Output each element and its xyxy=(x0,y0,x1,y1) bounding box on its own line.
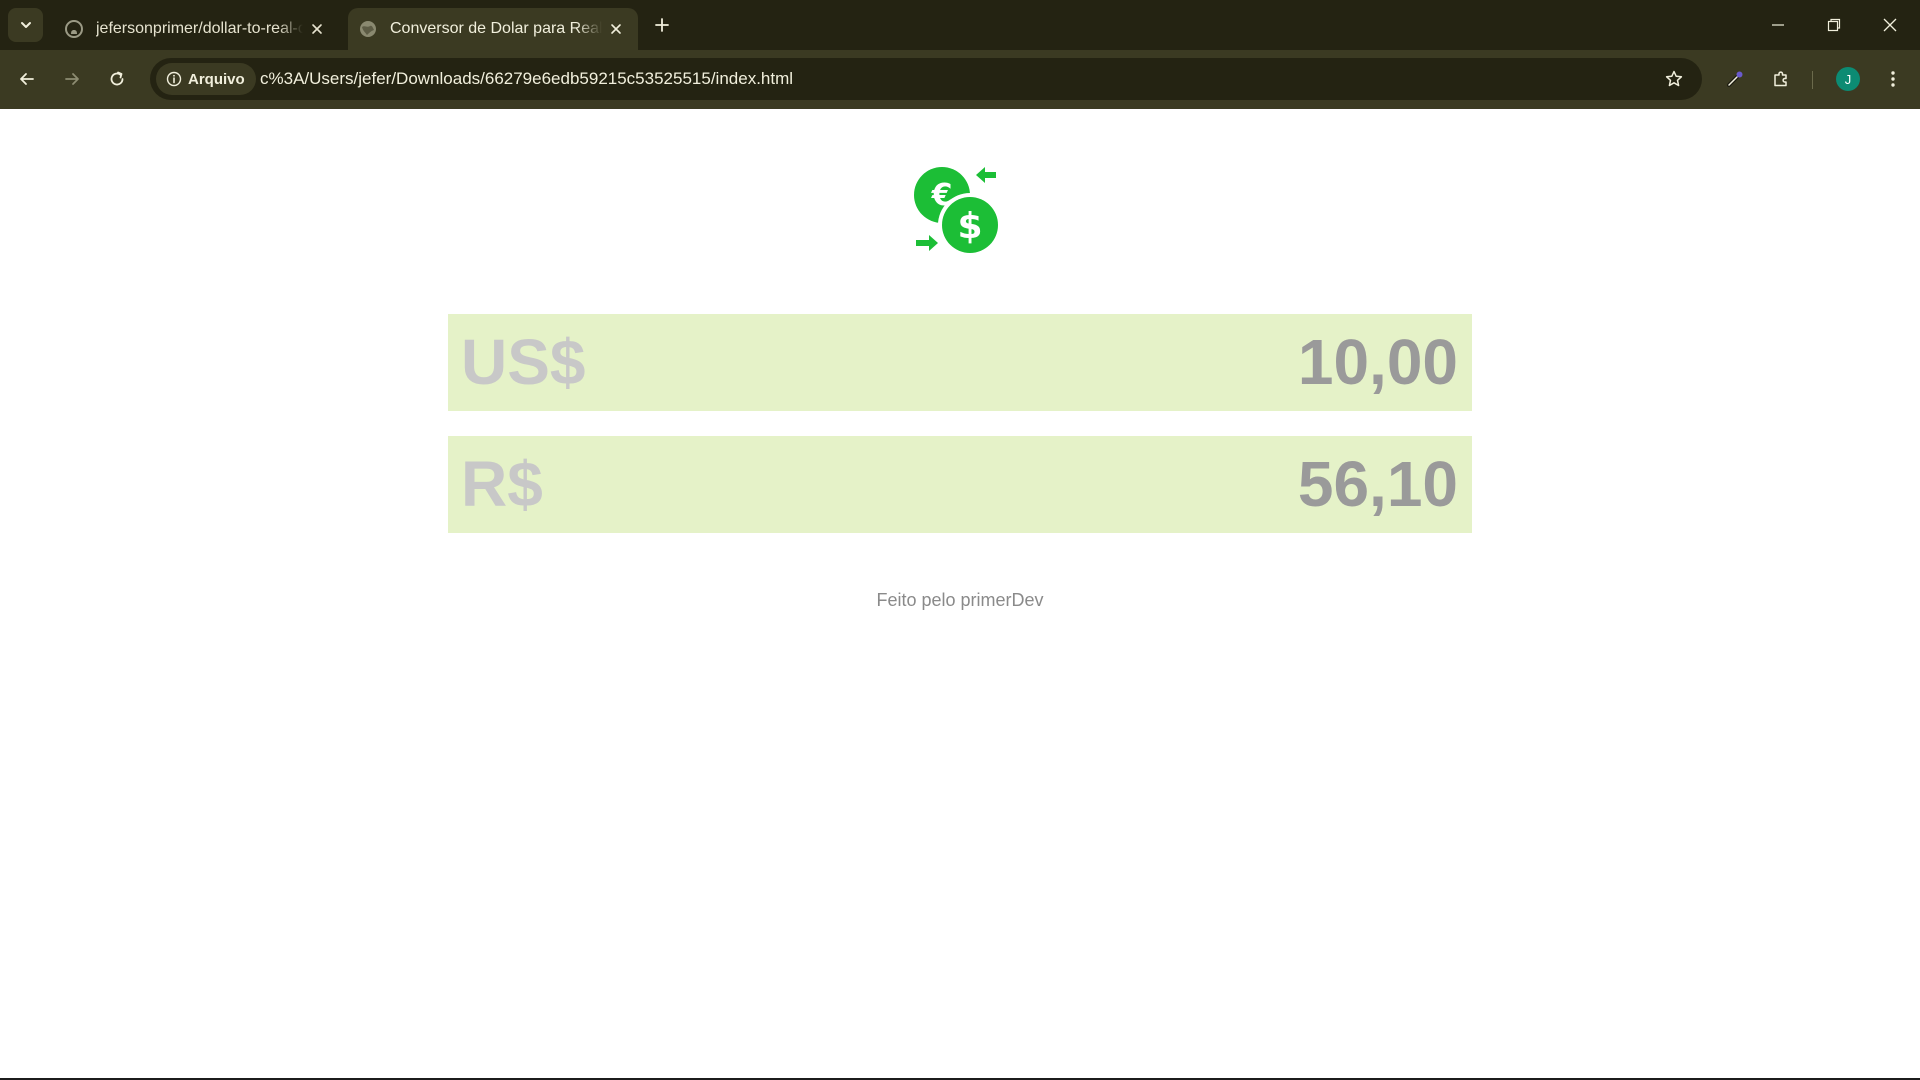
browser-tabstrip: jefersonprimer/dollar-to-real-co Convers… xyxy=(0,0,1920,50)
toolbar-separator xyxy=(1812,71,1813,89)
close-icon xyxy=(1883,18,1897,32)
site-info-chip[interactable]: Arquivo xyxy=(156,63,256,95)
tab-close-button[interactable] xyxy=(602,15,630,43)
address-bar[interactable]: Arquivo c%3A/Users/jefer/Downloads/66279… xyxy=(150,58,1702,100)
arrow-left-icon xyxy=(20,73,34,85)
bookmark-button[interactable] xyxy=(1657,62,1691,96)
amount-brl[interactable]: 56,10 xyxy=(1298,436,1458,533)
tab-converter[interactable]: Conversor de Dolar para Real xyxy=(348,8,638,50)
site-info-label: Arquivo xyxy=(188,70,245,88)
close-icon xyxy=(611,24,621,34)
github-icon xyxy=(65,20,83,38)
forward-button[interactable] xyxy=(55,62,89,96)
currency-exchange-icon: € $ xyxy=(914,167,1002,257)
profile-avatar[interactable]: J xyxy=(1836,67,1860,91)
restore-button[interactable] xyxy=(1806,0,1862,50)
tab-title: Conversor de Dolar para Real xyxy=(390,20,602,37)
brl-row: R$ 56,10 xyxy=(448,436,1472,533)
back-button[interactable] xyxy=(10,62,44,96)
svg-text:$: $ xyxy=(957,206,982,247)
tab-search-button[interactable] xyxy=(8,8,43,42)
menu-button[interactable] xyxy=(1876,62,1910,96)
tab-title: jefersonprimer/dollar-to-real-co xyxy=(96,20,303,37)
restore-icon xyxy=(1827,18,1841,32)
page-content: € $ US$ 10,00 R$ 56,10 Feito pelo primer… xyxy=(0,109,1920,1080)
eyedropper-icon xyxy=(1727,71,1743,87)
plus-icon xyxy=(655,18,669,32)
star-icon xyxy=(1665,70,1683,87)
tab-github[interactable]: jefersonprimer/dollar-to-real-co xyxy=(54,8,339,50)
url-text[interactable]: c%3A/Users/jefer/Downloads/66279e6edb592… xyxy=(260,58,793,100)
reload-icon xyxy=(110,71,124,86)
tab-close-button[interactable] xyxy=(303,15,331,43)
close-window-button[interactable] xyxy=(1862,0,1918,50)
footer-credit: Feito pelo primerDev xyxy=(876,590,1044,610)
minimize-icon xyxy=(1772,24,1784,26)
currency-label-brl: R$ xyxy=(461,448,543,520)
info-icon xyxy=(166,71,182,87)
globe-icon xyxy=(360,21,376,37)
eyedropper-extension-button[interactable] xyxy=(1718,62,1752,96)
browser-toolbar: Arquivo c%3A/Users/jefer/Downloads/66279… xyxy=(0,50,1920,109)
more-vertical-icon xyxy=(1891,71,1895,87)
arrow-right-icon xyxy=(65,73,79,85)
usd-row: US$ 10,00 xyxy=(448,314,1472,411)
minimize-button[interactable] xyxy=(1750,0,1806,50)
close-icon xyxy=(312,24,322,34)
amount-usd[interactable]: 10,00 xyxy=(1298,314,1458,411)
new-tab-button[interactable] xyxy=(648,11,676,39)
puzzle-icon xyxy=(1774,71,1787,87)
extensions-button[interactable] xyxy=(1764,62,1798,96)
site-info-chip-content: Arquivo xyxy=(162,63,257,95)
currency-label-usd: US$ xyxy=(461,326,586,398)
reload-button[interactable] xyxy=(100,62,134,96)
chevron-down-icon xyxy=(20,22,31,28)
